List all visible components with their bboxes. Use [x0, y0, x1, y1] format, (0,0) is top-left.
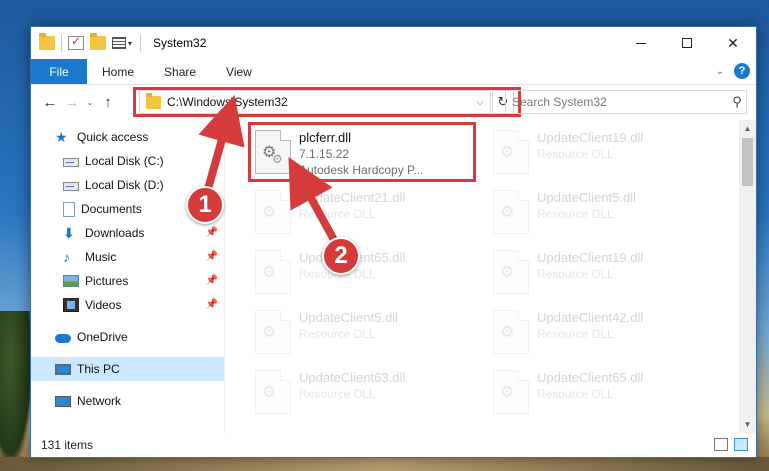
step-1-badge: 1 [186, 186, 224, 224]
arrow-step-1 [198, 94, 245, 198]
annotation-arrows [198, 94, 338, 242]
arrow-step-2 [288, 156, 338, 242]
step-2-badge: 2 [322, 237, 360, 275]
